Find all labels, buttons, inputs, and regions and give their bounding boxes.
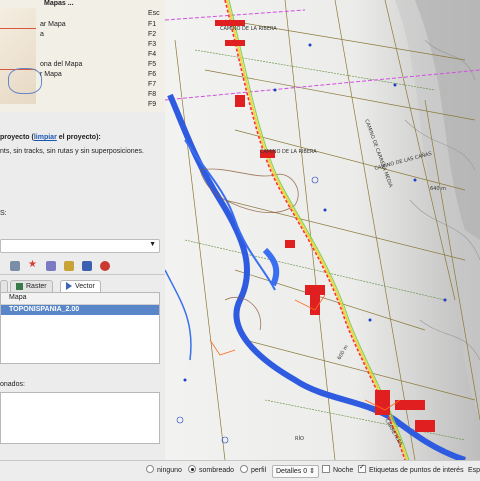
table-header[interactable]: Mapa <box>1 293 159 305</box>
night-option[interactable]: Noche <box>322 465 354 476</box>
overlay-icon[interactable] <box>82 261 92 271</box>
menu-esc-key: Esc <box>148 10 160 17</box>
panel-toolbar: ★ <box>0 258 165 275</box>
selected-label: onados: <box>0 381 25 388</box>
menu-item[interactable]: ar Mapa F1 <box>0 21 165 31</box>
map-label: 640 m <box>430 186 446 192</box>
status-bar: ninguno sombreado perfil Detalles 0 ⇕ No… <box>0 460 480 481</box>
clear-project-link[interactable]: limpiar <box>34 134 57 141</box>
track-icon[interactable] <box>46 261 56 271</box>
spinner-icon: ⇕ <box>309 468 315 475</box>
menu-item-key: F1 <box>148 21 157 28</box>
menu-item[interactable]: r Mapa F6 <box>0 71 165 81</box>
layer-combo[interactable]: ▼ <box>0 239 160 253</box>
poi-labels-option[interactable]: Etiquetas de puntos de interés <box>358 463 464 476</box>
checkbox-noche[interactable] <box>322 465 330 474</box>
map-label: CAMINO DE LA RIBERA <box>220 26 277 32</box>
menu-item-key: F7 <box>148 81 157 88</box>
detail-value: Detalles 0 <box>276 468 308 475</box>
menu-item-key: F2 <box>148 31 157 38</box>
project-suffix: el proyecto): <box>56 134 101 141</box>
maps-table: Mapa TOPONISPANIA_2.00 <box>0 292 160 364</box>
map-label: CAMINO DE LA RIBERA <box>260 149 317 155</box>
chevron-down-icon: ▼ <box>149 241 156 248</box>
waypoint-star-icon[interactable]: ★ <box>28 259 38 270</box>
relief-profile-option[interactable]: perfil <box>240 465 267 476</box>
opt-ninguno-label: ninguno <box>157 467 182 474</box>
map-type-tabs: Raster Vector <box>0 280 165 293</box>
raster-icon <box>16 282 23 290</box>
menu-item[interactable]: F7 <box>0 81 165 91</box>
radio-ninguno[interactable] <box>146 465 154 474</box>
project-description: nts, sin tracks, sin rutas y sin superpo… <box>0 148 144 155</box>
menu-item[interactable]: F9 <box>0 101 165 111</box>
radio-sombreado[interactable] <box>188 465 196 474</box>
esp-label: Esp <box>468 467 480 474</box>
column-header-map: Mapa <box>9 294 27 301</box>
menu-item-key: F8 <box>148 91 157 98</box>
noche-label: Noche <box>333 467 354 474</box>
project-prefix: proyecto ( <box>0 134 34 141</box>
menu-title: Mapas ... <box>44 0 74 7</box>
settings-icon[interactable] <box>100 261 110 271</box>
detail-dropdown[interactable]: Detalles 0 ⇕ <box>272 465 319 478</box>
menu-item[interactable]: F4 <box>0 51 165 61</box>
menu-item[interactable]: a F2 <box>0 31 165 41</box>
project-heading: proyecto (limpiar el proyecto): <box>0 134 101 141</box>
tab-vector-label: Vector <box>75 283 95 290</box>
map-icon[interactable] <box>10 261 20 271</box>
menu-item-label: r Mapa <box>40 71 62 78</box>
menu-item-key: F3 <box>148 41 157 48</box>
checkbox-etiquetas[interactable] <box>358 463 366 474</box>
menu-item-label: ar Mapa <box>40 21 66 28</box>
map-label: RÍO <box>295 435 304 442</box>
relief-shaded-option[interactable]: sombreado <box>188 465 235 476</box>
route-icon[interactable] <box>64 261 74 271</box>
menu-item[interactable]: ona del Mapa F5 <box>0 61 165 71</box>
left-panel: Mapas ... Esc ar Mapa F1 a F2 F3 F4 ona de… <box>0 0 165 460</box>
menu-item-key: F5 <box>148 61 157 68</box>
menu-item-key: F6 <box>148 71 157 78</box>
tab-raster-label: Raster <box>26 283 47 290</box>
relief-none-option[interactable]: ninguno <box>146 465 182 476</box>
menu-item-key: F4 <box>148 51 157 58</box>
topographic-map: CAMINO DE LA RIBERA CAMINO DE LA RIBERA … <box>165 0 480 460</box>
menu-item[interactable]: F3 <box>0 41 165 51</box>
opt-perfil-label: perfil <box>251 467 267 474</box>
menu-item[interactable]: F8 <box>0 91 165 101</box>
section-label: S: <box>0 210 7 217</box>
vector-icon <box>66 282 72 291</box>
opt-sombreado-label: sombreado <box>199 467 235 474</box>
map-name: TOPONISPANIA_2.00 <box>9 306 80 313</box>
selected-list[interactable] <box>0 392 160 444</box>
etiquetas-label: Etiquetas de puntos de interés <box>369 467 464 474</box>
menu-item-key: F9 <box>148 101 157 108</box>
menu-item-label: a <box>40 31 44 38</box>
radio-perfil[interactable] <box>240 465 248 474</box>
menu-item-label: ona del Mapa <box>40 61 83 68</box>
map-view[interactable]: CAMINO DE LA RIBERA CAMINO DE LA RIBERA … <box>165 0 480 460</box>
maps-menu: Mapas ... Esc ar Mapa F1 a F2 F3 F4 ona de… <box>0 0 165 112</box>
table-row[interactable]: TOPONISPANIA_2.00 <box>1 305 159 315</box>
